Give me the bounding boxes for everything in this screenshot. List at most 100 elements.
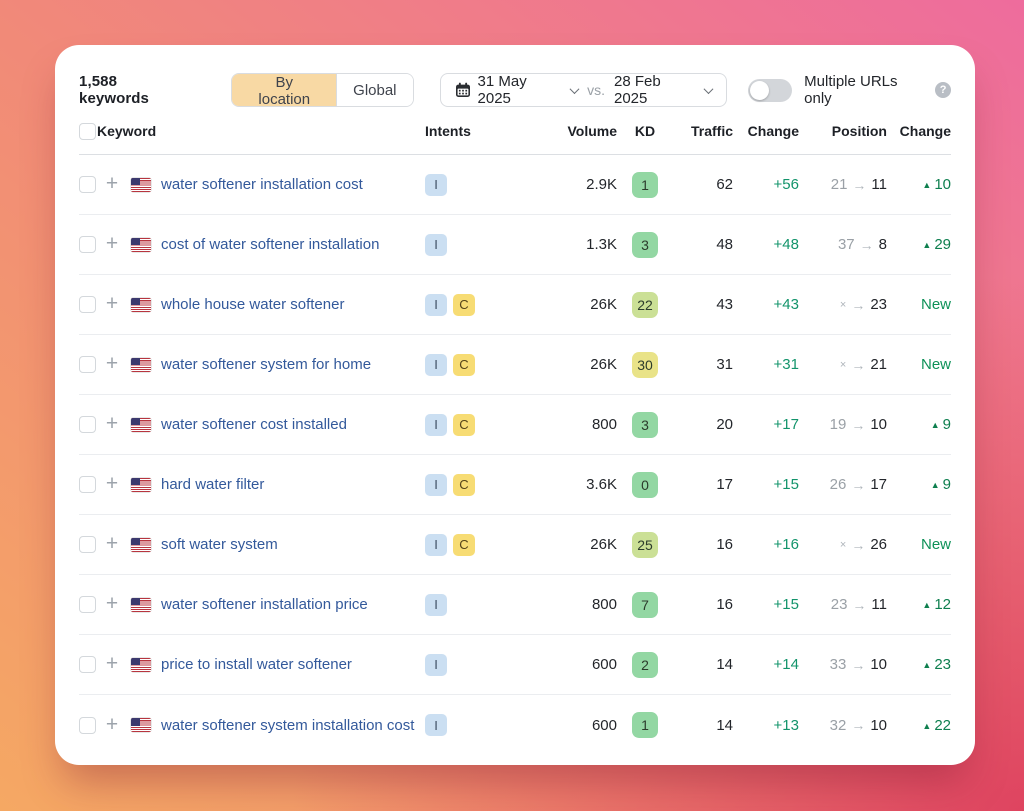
traffic-cell: 43 [716, 296, 733, 313]
position-to: 10 [870, 716, 887, 734]
row-checkbox[interactable] [79, 296, 96, 313]
add-keyword-button[interactable]: + [106, 173, 118, 196]
keyword-link[interactable]: whole house water softener [161, 294, 425, 315]
position-change-value: 29 [934, 236, 951, 253]
intents-cell: I [425, 714, 541, 736]
us-flag-icon [131, 597, 151, 612]
add-keyword-button[interactable]: + [106, 233, 118, 256]
keyword-link[interactable]: price to install water softener [161, 654, 425, 675]
position-arrow-icon: → [851, 717, 866, 733]
position-change-cell: ▲ 10 [887, 176, 951, 193]
add-keyword-button[interactable]: + [106, 353, 118, 376]
table-row: + price to install water softener I 600 … [79, 635, 951, 695]
volume-cell: 26K [590, 536, 617, 553]
traffic-cell: 31 [716, 356, 733, 373]
column-header-intents[interactable]: Intents [425, 123, 541, 139]
position-change-value: 23 [934, 656, 951, 673]
column-header-position[interactable]: Position [799, 123, 887, 139]
position-cell: 19 → 10 [799, 416, 887, 433]
end-date: 28 Feb 2025 [614, 73, 661, 107]
add-keyword-button[interactable]: + [106, 533, 118, 556]
position-change-cell: New [920, 536, 951, 553]
position-cell: 21 → 11 [799, 176, 887, 193]
keyword-link[interactable]: water softener installation price [161, 594, 425, 615]
traffic-cell: 48 [716, 236, 733, 253]
position-change-cell: ▲ 23 [887, 656, 951, 673]
add-keyword-button[interactable]: + [106, 413, 118, 436]
position-to: 8 [878, 236, 887, 253]
position-from: 33 [829, 656, 847, 673]
table-row: + water softener system installation cos… [79, 695, 951, 755]
keyword-link[interactable]: water softener cost installed [161, 414, 425, 435]
position-from: 21 [830, 176, 848, 193]
row-checkbox[interactable] [79, 416, 96, 433]
row-checkbox[interactable] [79, 536, 96, 553]
chevron-down-icon [569, 83, 580, 94]
add-keyword-button[interactable]: + [106, 593, 118, 616]
add-keyword-button[interactable]: + [106, 293, 118, 316]
calendar-icon [455, 82, 471, 98]
position-arrow-icon: → [851, 476, 866, 493]
kd-badge: 1 [632, 712, 658, 738]
table-body: + water softener installation cost I 2.9… [79, 155, 951, 755]
intents-cell: I [425, 593, 541, 616]
keyword-link[interactable]: water softener installation cost [161, 174, 425, 195]
keywords-panel: 1,588 keywords By location Global 31 May [55, 45, 975, 765]
change-cell: +48 [773, 236, 799, 253]
traffic-cell: 62 [716, 176, 733, 193]
position-arrow-icon: → [859, 236, 874, 253]
kd-badge: 3 [632, 231, 658, 258]
change-cell: +17 [773, 416, 799, 433]
add-keyword-button[interactable]: + [106, 653, 118, 676]
table-row: + hard water filter IC 3.6K 0 17 +15 26 … [79, 455, 951, 515]
add-keyword-button[interactable]: + [106, 473, 118, 496]
table-row: + water softener system for home IC 26K … [79, 335, 951, 395]
row-checkbox[interactable] [79, 236, 96, 253]
triangle-up-icon: ▲ [922, 600, 932, 610]
us-flag-icon [131, 297, 151, 312]
column-header-volume[interactable]: Volume [541, 123, 617, 139]
position-to: 10 [870, 416, 887, 433]
row-checkbox[interactable] [79, 476, 96, 493]
position-change-cell: ▲ 29 [887, 236, 951, 253]
position-cell: 32 → 10 [799, 717, 887, 734]
column-header-traffic[interactable]: Traffic [673, 123, 733, 139]
keyword-link[interactable]: water softener system installation cost [161, 715, 425, 736]
help-icon[interactable]: ? [935, 82, 951, 98]
position-change-cell: ▲ 9 [887, 476, 951, 493]
row-checkbox[interactable] [79, 356, 96, 373]
volume-cell: 600 [591, 716, 617, 734]
column-header-position-change[interactable]: Change [887, 123, 951, 139]
table-row: + whole house water softener IC 26K 22 4… [79, 275, 951, 335]
by-location-button[interactable]: By location [232, 74, 337, 106]
date-range-picker[interactable]: 31 May 2025 vs. 28 Feb 2025 [439, 73, 728, 107]
keyword-link[interactable]: cost of water softener installation [161, 234, 425, 255]
intent-badge-i: I [425, 653, 447, 676]
select-all-checkbox[interactable] [79, 122, 96, 140]
multiple-urls-toggle[interactable] [748, 78, 793, 102]
vs-label: vs. [587, 82, 605, 98]
add-keyword-button[interactable]: + [106, 714, 118, 737]
row-checkbox[interactable] [79, 596, 96, 613]
position-arrow-icon: → [851, 656, 866, 673]
chevron-down-icon [703, 83, 714, 94]
global-button[interactable]: Global [336, 74, 413, 106]
keyword-link[interactable]: soft water system [161, 534, 425, 555]
column-header-change[interactable]: Change [733, 123, 799, 139]
row-checkbox[interactable] [79, 716, 96, 734]
column-header-keyword[interactable]: Keyword [97, 123, 425, 139]
position-cell: × → 21 [799, 356, 887, 373]
table-row: + soft water system IC 26K 25 16 +16 × →… [79, 515, 951, 575]
keyword-link[interactable]: hard water filter [161, 474, 425, 495]
triangle-up-icon: ▲ [922, 660, 932, 670]
column-header-kd[interactable]: KD [617, 123, 673, 139]
volume-cell: 3.6K [586, 476, 617, 493]
keyword-link[interactable]: water softener system for home [161, 354, 425, 375]
triangle-up-icon: ▲ [930, 420, 940, 430]
intents-cell: IC [425, 533, 541, 556]
row-checkbox[interactable] [79, 176, 96, 193]
table-row: + water softener cost installed IC 800 3… [79, 395, 951, 455]
intent-badge-i: I [425, 173, 447, 196]
volume-cell: 800 [591, 596, 617, 613]
row-checkbox[interactable] [79, 656, 96, 673]
